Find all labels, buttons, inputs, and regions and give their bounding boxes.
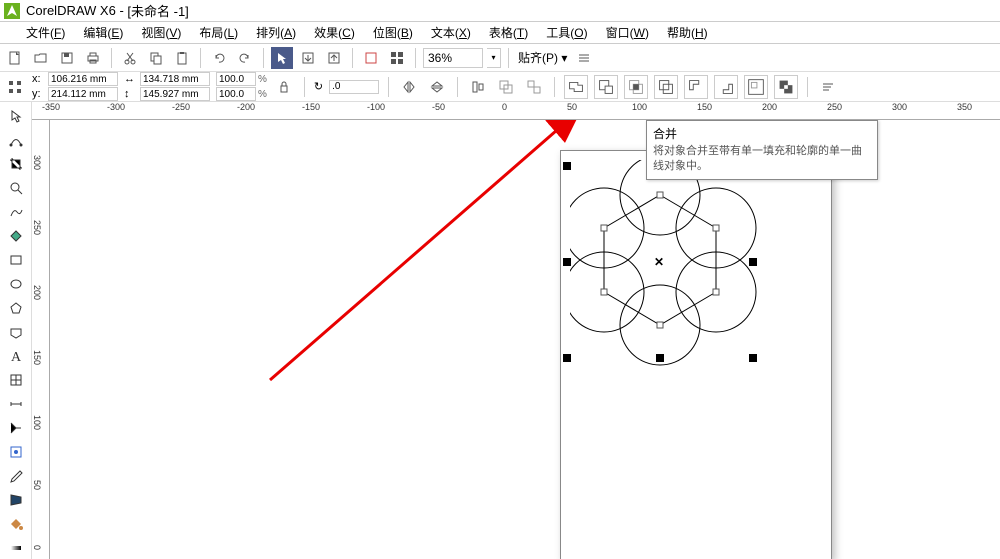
menu-tools[interactable]: 工具(O) (544, 22, 589, 43)
options-icon[interactable] (573, 47, 595, 69)
eyedropper-tool[interactable] (2, 464, 30, 487)
interactive-fill-tool[interactable] (2, 536, 30, 559)
mirror-h-icon[interactable] (398, 76, 420, 98)
selection-handle[interactable] (656, 354, 664, 362)
front-minus-back-button[interactable] (684, 75, 708, 99)
menu-edit[interactable]: 编辑(E) (81, 22, 125, 43)
outline-tool[interactable] (2, 488, 30, 511)
text-tool[interactable]: A (2, 344, 30, 367)
tooltip-title: 合并 (653, 125, 871, 142)
selected-objects[interactable] (570, 160, 810, 400)
back-minus-front-button[interactable] (714, 75, 738, 99)
menu-file[interactable]: 文件(F) (24, 22, 67, 43)
rotation-input[interactable] (329, 80, 379, 94)
apps-icon[interactable] (386, 47, 408, 69)
shape-tool[interactable] (2, 128, 30, 151)
publish-pdf-icon[interactable] (360, 47, 382, 69)
zoom-input[interactable] (423, 48, 483, 68)
canvas[interactable]: ✕ 合并 将对象合并至带有单一填充和轮廓的单一曲线对象中。 (50, 120, 1000, 559)
standard-toolbar: ▾ 贴齐(P) ▾ (0, 44, 1000, 72)
property-bar: x: y: ↔ ↕ % % ↻ (0, 72, 1000, 102)
menu-layout[interactable]: 布局(L) (197, 22, 240, 43)
save-icon[interactable] (56, 47, 78, 69)
fill-tool[interactable] (2, 512, 30, 535)
undo-icon[interactable] (208, 47, 230, 69)
selection-handle[interactable] (749, 354, 757, 362)
tooltip: 合并 将对象合并至带有单一填充和轮廓的单一曲线对象中。 (646, 120, 878, 180)
annotation-arrow (50, 120, 1000, 559)
interactive-tool[interactable] (2, 440, 30, 463)
menu-table[interactable]: 表格(T) (487, 22, 530, 43)
cut-icon[interactable] (119, 47, 141, 69)
open-file-icon[interactable] (30, 47, 52, 69)
table-tool[interactable] (2, 368, 30, 391)
selection-handle[interactable] (563, 162, 571, 170)
selection-handle[interactable] (749, 258, 757, 266)
copy-icon[interactable] (145, 47, 167, 69)
app-title: CorelDRAW X6 (26, 3, 116, 18)
mirror-v-icon[interactable] (426, 76, 448, 98)
group-icon[interactable] (495, 76, 517, 98)
menu-bitmap[interactable]: 位图(B) (371, 22, 415, 43)
ungroup-icon[interactable] (523, 76, 545, 98)
lock-ratio-icon[interactable] (273, 76, 295, 98)
y-position-input[interactable] (48, 87, 118, 101)
menu-effects[interactable]: 效果(C) (312, 22, 357, 43)
order-icon[interactable] (817, 76, 839, 98)
x-position-input[interactable] (48, 72, 118, 86)
menu-bar: 文件(F) 编辑(E) 视图(V) 布局(L) 排列(A) 效果(C) 位图(B… (0, 22, 1000, 44)
new-file-icon[interactable] (4, 47, 26, 69)
zoom-dropdown[interactable]: ▾ (487, 48, 501, 68)
polygon-tool[interactable] (2, 296, 30, 319)
menu-arrange[interactable]: 排列(A) (254, 22, 298, 43)
selection-center-icon[interactable]: ✕ (654, 255, 664, 265)
rectangle-tool[interactable] (2, 248, 30, 271)
main-area: A -350 -300 -250 -200 -150 -100 -50 0 50… (0, 102, 1000, 559)
boundary-button[interactable] (744, 75, 768, 99)
pick-tool[interactable] (2, 104, 30, 127)
basic-shapes-tool[interactable] (2, 320, 30, 343)
pick-tool-icon[interactable] (271, 47, 293, 69)
width-input[interactable] (140, 72, 210, 86)
position-icon (4, 76, 26, 98)
doc-title: [未命名 -1] (127, 1, 188, 20)
combine-button[interactable] (774, 75, 798, 99)
zoom-tool[interactable] (2, 176, 30, 199)
import-icon[interactable] (297, 47, 319, 69)
menu-window[interactable]: 窗口(W) (604, 22, 651, 43)
export-icon[interactable] (323, 47, 345, 69)
redo-icon[interactable] (234, 47, 256, 69)
simplify-button[interactable] (654, 75, 678, 99)
snap-menu[interactable]: 贴齐(P) ▾ (516, 47, 569, 68)
canvas-wrap: -350 -300 -250 -200 -150 -100 -50 0 50 1… (32, 102, 1000, 559)
smart-fill-tool[interactable] (2, 224, 30, 247)
print-icon[interactable] (82, 47, 104, 69)
height-input[interactable] (140, 87, 210, 101)
trim-button[interactable] (594, 75, 618, 99)
title-bar: CorelDRAW X6 - [未命名 -1] (0, 0, 1000, 22)
horizontal-ruler: -350 -300 -250 -200 -150 -100 -50 0 50 1… (32, 102, 1000, 120)
app-logo (4, 3, 20, 19)
crop-tool[interactable] (2, 152, 30, 175)
weld-button[interactable] (564, 75, 588, 99)
menu-view[interactable]: 视图(V) (139, 22, 183, 43)
paste-icon[interactable] (171, 47, 193, 69)
connector-tool[interactable] (2, 416, 30, 439)
scale-y-input[interactable] (216, 87, 256, 101)
svg-text:A: A (11, 350, 22, 364)
selection-handle[interactable] (563, 258, 571, 266)
ellipse-tool[interactable] (2, 272, 30, 295)
intersect-button[interactable] (624, 75, 648, 99)
rotation-icon: ↻ (314, 80, 323, 93)
dimension-tool[interactable] (2, 392, 30, 415)
tooltip-body: 将对象合并至带有单一填充和轮廓的单一曲线对象中。 (653, 144, 871, 175)
vertical-ruler: 300 250 200 150 100 50 0 (32, 120, 50, 559)
freehand-tool[interactable] (2, 200, 30, 223)
toolbox: A (0, 102, 32, 559)
align-icon[interactable] (467, 76, 489, 98)
menu-text[interactable]: 文本(X) (429, 22, 473, 43)
scale-x-input[interactable] (216, 72, 256, 86)
menu-help[interactable]: 帮助(H) (665, 22, 710, 43)
selection-handle[interactable] (563, 354, 571, 362)
